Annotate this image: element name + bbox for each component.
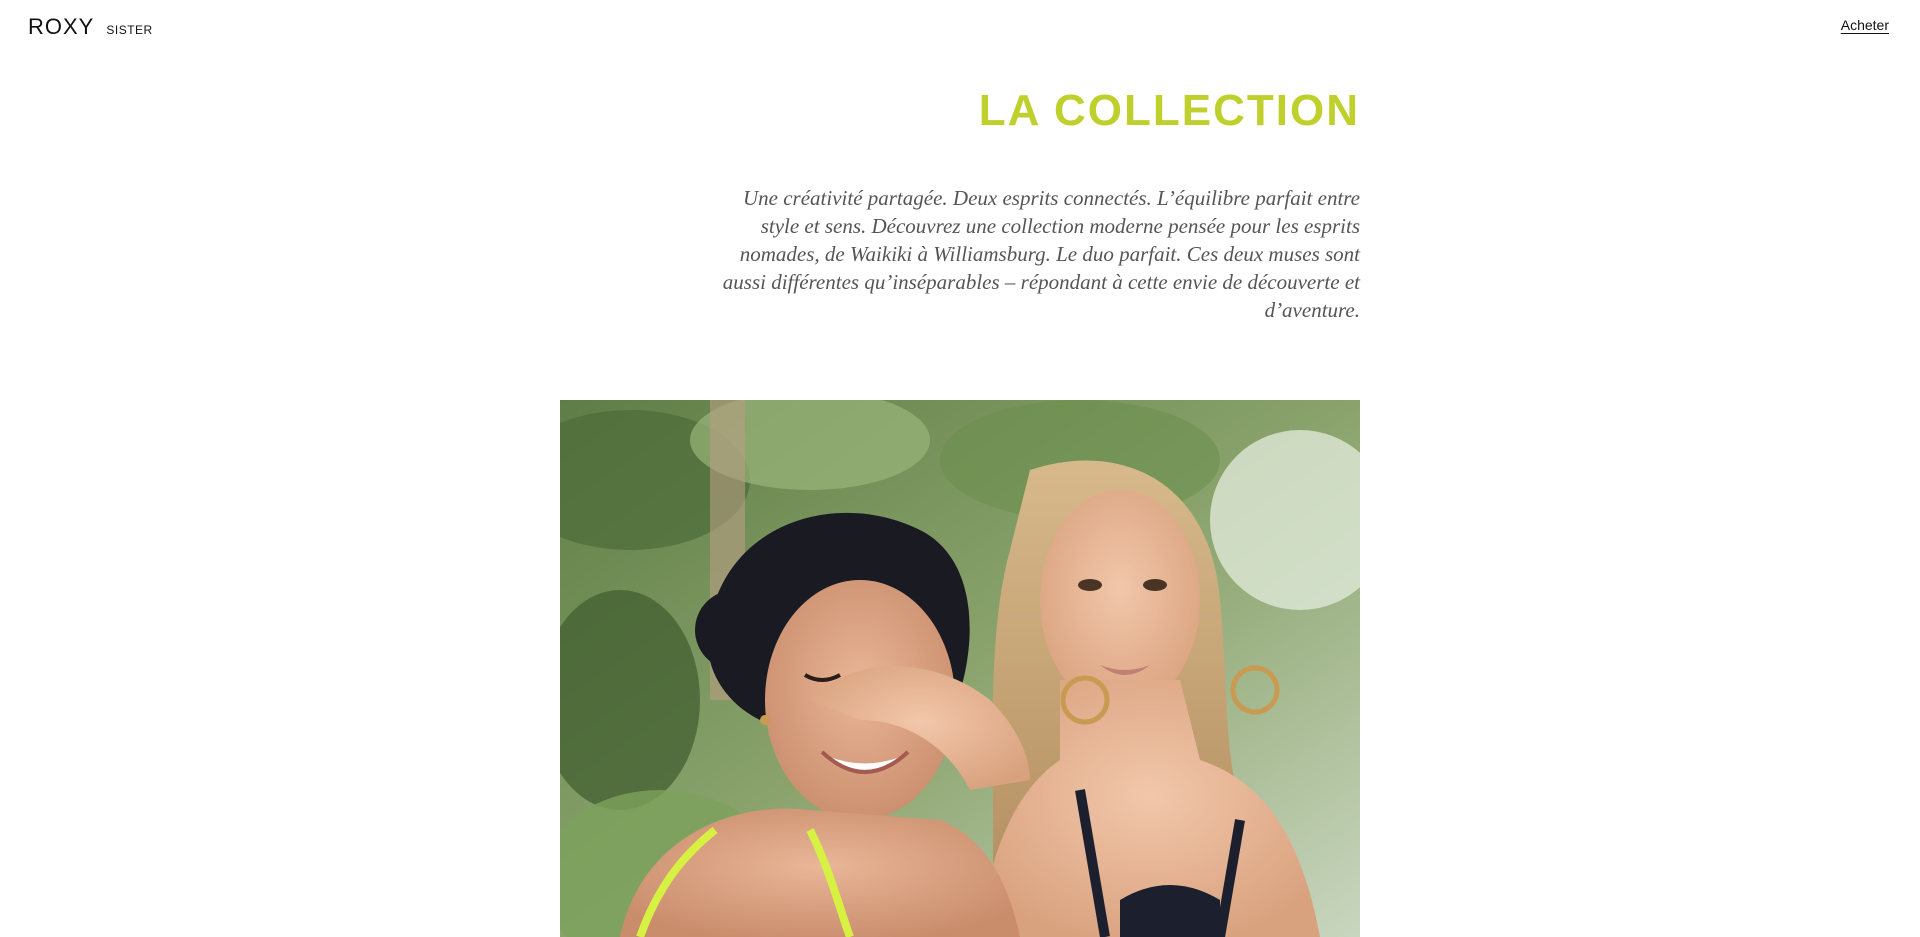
shop-link[interactable]: Acheter (1841, 17, 1889, 33)
hero-image-illustration (560, 400, 1360, 937)
hero-image (560, 400, 1360, 937)
page-title: LA COLLECTION (978, 86, 1360, 135)
site-header: ROXY SISTER Acheter (0, 0, 1920, 56)
brand-subtitle: SISTER (106, 23, 153, 37)
collection-description: Une créativité partagée. Deux esprits co… (722, 186, 1360, 322)
page: ROXY SISTER Acheter LA COLLECTION Une cr… (0, 0, 1920, 937)
brand-logo: ROXY (28, 14, 95, 39)
brand-home-link[interactable]: ROXY SISTER (28, 14, 153, 40)
